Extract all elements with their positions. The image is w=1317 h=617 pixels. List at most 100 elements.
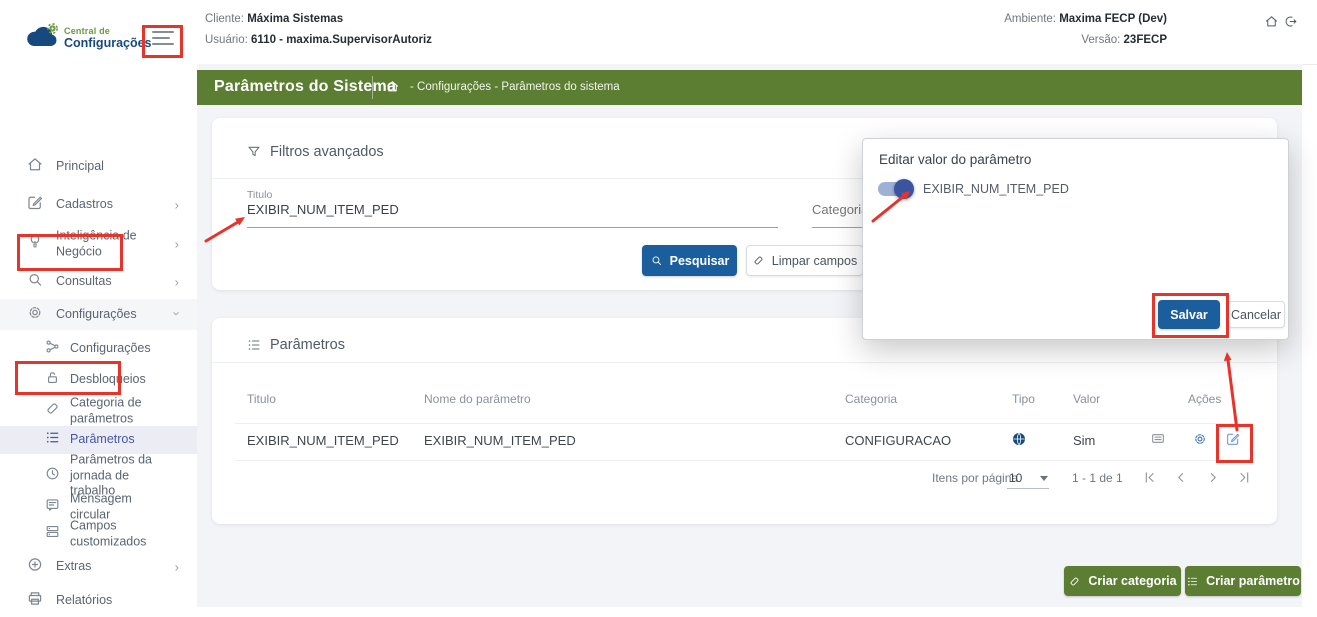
home-button[interactable] [1264, 14, 1279, 34]
create-parameter-label: Criar parâmetro [1206, 574, 1300, 588]
search-icon [26, 271, 44, 294]
sidebar-subitem-configuracoes[interactable]: Configurações [0, 334, 197, 364]
clock-icon [44, 465, 61, 487]
breadcrumb: - Configurações - Parâmetros do sistema [410, 81, 620, 93]
sidebar-subitem-parametros[interactable]: Parâmetros [0, 426, 197, 454]
titulo-input[interactable] [247, 202, 767, 217]
create-category-button[interactable]: Criar categoria [1064, 566, 1181, 596]
printer-icon [26, 590, 44, 613]
pagination-range: 1 - 1 de 1 [1072, 471, 1123, 485]
sidebar-subitem-label: Campos customizados [70, 518, 174, 549]
sidebar-item-label: Extras [56, 559, 168, 575]
parameters-title: Parâmetros [270, 337, 345, 353]
comment-action-button[interactable] [1150, 431, 1166, 452]
logo-text-line1: Central de [64, 26, 152, 36]
client-info: Cliente: Máxima Sistemas [205, 13, 343, 25]
search-button-label: Pesquisar [670, 254, 730, 268]
column-header-acoes: Ações [1188, 392, 1221, 406]
sidebar-subitem-campos-customizados[interactable]: Campos customizados [0, 519, 197, 549]
gear-icon [26, 303, 44, 326]
divider [235, 460, 1254, 461]
top-bar: Central de Configurações Cliente: Máxima… [0, 0, 1317, 65]
user-value: 6110 - maxima.SupervisorAutoriz [251, 34, 432, 46]
gear-icon [1192, 431, 1208, 447]
cancel-button-label: Cancelar [1231, 308, 1281, 322]
logout-icon [1283, 14, 1298, 29]
edit-square-icon [26, 194, 44, 217]
sidebar-item-relatorios[interactable]: Relatórios [0, 586, 197, 616]
cloud-logo-icon [25, 22, 61, 50]
hamburger-menu-button[interactable] [146, 28, 174, 50]
app-logo[interactable] [25, 22, 61, 55]
user-label: Usuário: [205, 34, 248, 46]
sidebar-subitem-label: Categoria de parâmetros [70, 395, 174, 426]
sidebar-item-configuracoes[interactable]: Configurações › [0, 299, 197, 330]
sidebar-nav: Principal Cadastros › Inteligência de Ne… [0, 64, 197, 617]
sidebar-item-inteligencia-de-negocio[interactable]: Inteligência de Negócio › [0, 226, 197, 262]
items-per-page-select[interactable]: 10 [1009, 471, 1022, 485]
edit-action-button[interactable] [1225, 431, 1241, 452]
sidebar-subitem-label: Parâmetros [70, 432, 174, 448]
hamburger-icon [152, 31, 174, 33]
home-icon [26, 156, 44, 179]
home-icon [1264, 14, 1279, 29]
first-page-button[interactable] [1141, 469, 1158, 491]
app-window: Central de Configurações Cliente: Máxima… [0, 0, 1317, 617]
logout-button[interactable] [1283, 14, 1298, 34]
chevron-right-icon: › [175, 275, 179, 290]
previous-page-button[interactable] [1172, 469, 1189, 491]
clear-fields-button[interactable]: Limpar campos [746, 245, 863, 276]
sidebar-item-label: Cadastros [56, 197, 168, 213]
sidebar-subitem-label: Desbloqueios [70, 372, 174, 388]
page-header-bar: Parâmetros do Sistema - Configurações - … [197, 70, 1302, 105]
search-icon [650, 254, 663, 267]
filter-funnel-icon [246, 144, 262, 165]
column-header-categoria: Categoria [845, 392, 897, 406]
parameter-toggle-thumb[interactable] [894, 179, 914, 199]
cancel-button[interactable]: Cancelar [1227, 301, 1285, 328]
next-page-button[interactable] [1205, 469, 1222, 491]
environment-value: Maxima FECP (Dev) [1059, 13, 1167, 25]
sidebar-item-cadastros[interactable]: Cadastros › [0, 190, 197, 220]
sidebar-subitem-categoria-de-parametros[interactable]: Categoria de parâmetros [0, 394, 197, 428]
sidebar-item-principal[interactable]: Principal [0, 152, 197, 182]
last-page-button[interactable] [1236, 469, 1253, 491]
select-underline [1007, 488, 1049, 489]
sidebar-subitem-parametros-da-jornada[interactable]: Parâmetros da jornada de trabalho [0, 458, 197, 494]
breadcrumb-home-icon[interactable] [385, 79, 400, 99]
clear-fields-button-label: Limpar campos [772, 254, 857, 268]
chevron-right-icon: › [175, 237, 179, 252]
sidebar-item-label: Inteligência de Negócio [56, 228, 168, 259]
items-per-page-label: Itens por página [932, 471, 1018, 485]
column-header-titulo: Titulo [247, 392, 276, 406]
edit-parameter-modal: Editar valor do parâmetro EXIBIR_NUM_ITE… [862, 138, 1289, 340]
cell-valor: Sim [1073, 433, 1095, 448]
environment-label: Ambiente: [1004, 13, 1056, 25]
eraser-icon [752, 254, 765, 267]
search-button[interactable]: Pesquisar [642, 245, 737, 276]
logo-text-line2: Configurações [64, 36, 152, 50]
create-parameter-button[interactable]: Criar parâmetro [1185, 566, 1301, 596]
sidebar-item-label: Principal [56, 159, 168, 175]
list-icon [1186, 575, 1199, 588]
version-label: Versão: [1081, 34, 1120, 46]
sidebar-item-extras[interactable]: Extras › [0, 552, 197, 582]
globe-icon [1011, 431, 1027, 452]
titulo-field-label: Titulo [247, 189, 272, 201]
sidebar-subitem-desbloqueios[interactable]: Desbloqueios [0, 365, 197, 395]
save-button[interactable]: Salvar [1158, 300, 1220, 329]
titulo-input-underline [247, 227, 778, 228]
save-button-label: Salvar [1170, 308, 1208, 322]
comment-icon [1150, 431, 1166, 447]
sidebar-subitem-label: Configurações [70, 341, 174, 357]
modal-title: Editar valor do parâmetro [879, 152, 1031, 167]
sidebar-item-label: Relatórios [56, 593, 168, 609]
list-icon [246, 337, 262, 358]
header-divider [372, 76, 373, 99]
tag-icon [1068, 575, 1081, 588]
sidebar-item-consultas[interactable]: Consultas › [0, 267, 197, 297]
caret-down-icon[interactable] [1040, 476, 1048, 481]
cell-categoria: CONFIGURACAO [845, 433, 951, 448]
filters-title: Filtros avançados [270, 144, 384, 160]
settings-action-button[interactable] [1192, 431, 1208, 452]
